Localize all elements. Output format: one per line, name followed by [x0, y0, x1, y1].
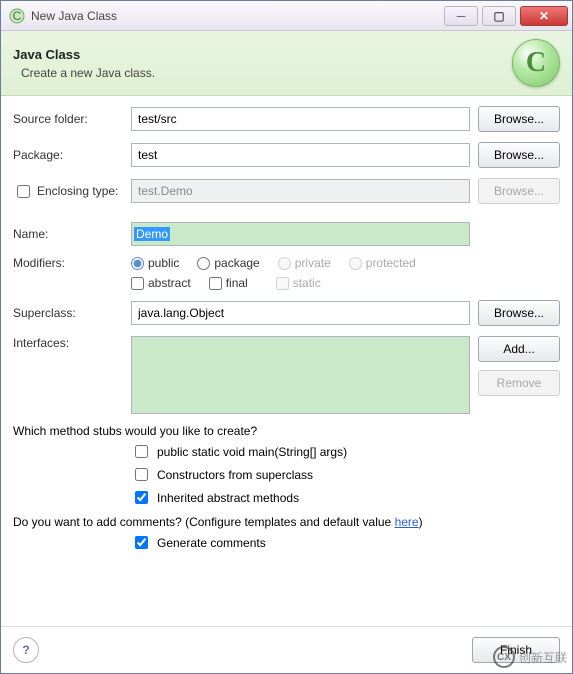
class-icon: C	[512, 39, 560, 87]
package-label: Package:	[13, 148, 123, 162]
titlebar[interactable]: C New Java Class ─ ▢ ✕	[1, 1, 572, 31]
modifier-abstract[interactable]: abstract	[131, 276, 191, 290]
banner-description: Create a new Java class.	[21, 66, 512, 80]
source-folder-input[interactable]	[131, 107, 470, 131]
app-icon: C	[9, 8, 25, 24]
enclosing-type-input	[131, 179, 470, 203]
modifiers-label: Modifiers:	[13, 256, 123, 270]
name-label: Name:	[13, 227, 123, 241]
help-button[interactable]: ?	[13, 637, 39, 663]
comments-question: Do you want to add comments? (Configure …	[13, 515, 560, 529]
source-folder-label: Source folder:	[13, 112, 123, 126]
add-interface-button[interactable]: Add...	[478, 336, 560, 362]
modifier-package[interactable]: package	[197, 256, 259, 270]
modifier-protected: protected	[349, 256, 416, 270]
watermark: CX 创新互联	[493, 646, 567, 668]
watermark-text: 创新互联	[519, 649, 567, 666]
remove-interface-button: Remove	[478, 370, 560, 396]
svg-text:C: C	[13, 9, 22, 23]
name-input[interactable]: Demo	[131, 222, 470, 246]
dialog-window: C New Java Class ─ ▢ ✕ Java Class Create…	[0, 0, 573, 674]
enclosing-type-label: Enclosing type:	[13, 182, 123, 201]
maximize-button[interactable]: ▢	[482, 6, 516, 26]
window-title: New Java Class	[31, 9, 440, 23]
name-value: Demo	[134, 227, 170, 241]
stubs-question: Which method stubs would you like to cre…	[13, 424, 560, 438]
dialog-footer: ? Finish	[1, 626, 572, 673]
stub-constructors-label: Constructors from superclass	[157, 468, 313, 482]
stub-inherited-checkbox[interactable]	[135, 491, 148, 504]
interfaces-list[interactable]	[131, 336, 470, 414]
interfaces-label: Interfaces:	[13, 336, 123, 350]
browse-superclass-button[interactable]: Browse...	[478, 300, 560, 326]
minimize-button[interactable]: ─	[444, 6, 478, 26]
modifier-static: static	[276, 276, 321, 290]
window-controls: ─ ▢ ✕	[440, 6, 568, 26]
stub-inherited-label: Inherited abstract methods	[157, 491, 299, 505]
dialog-body: Source folder: Browse... Package: Browse…	[1, 96, 572, 626]
banner: Java Class Create a new Java class. C	[1, 31, 572, 96]
package-input[interactable]	[131, 143, 470, 167]
superclass-input[interactable]	[131, 301, 470, 325]
superclass-label: Superclass:	[13, 306, 123, 320]
close-button[interactable]: ✕	[520, 6, 568, 26]
browse-package-button[interactable]: Browse...	[478, 142, 560, 168]
generate-comments-checkbox[interactable]	[135, 536, 148, 549]
watermark-logo-icon: CX	[493, 646, 515, 668]
banner-title: Java Class	[13, 47, 512, 62]
stub-main-checkbox[interactable]	[135, 445, 148, 458]
browse-enclosing-type-button: Browse...	[478, 178, 560, 204]
stub-main-label: public static void main(String[] args)	[157, 445, 347, 459]
modifier-final[interactable]: final	[209, 276, 248, 290]
modifier-public[interactable]: public	[131, 256, 179, 270]
browse-source-folder-button[interactable]: Browse...	[478, 106, 560, 132]
modifier-private: private	[278, 256, 331, 270]
configure-templates-link[interactable]: here	[395, 515, 419, 529]
stub-constructors-checkbox[interactable]	[135, 468, 148, 481]
enclosing-type-checkbox[interactable]	[17, 185, 30, 198]
generate-comments-label: Generate comments	[157, 536, 266, 550]
